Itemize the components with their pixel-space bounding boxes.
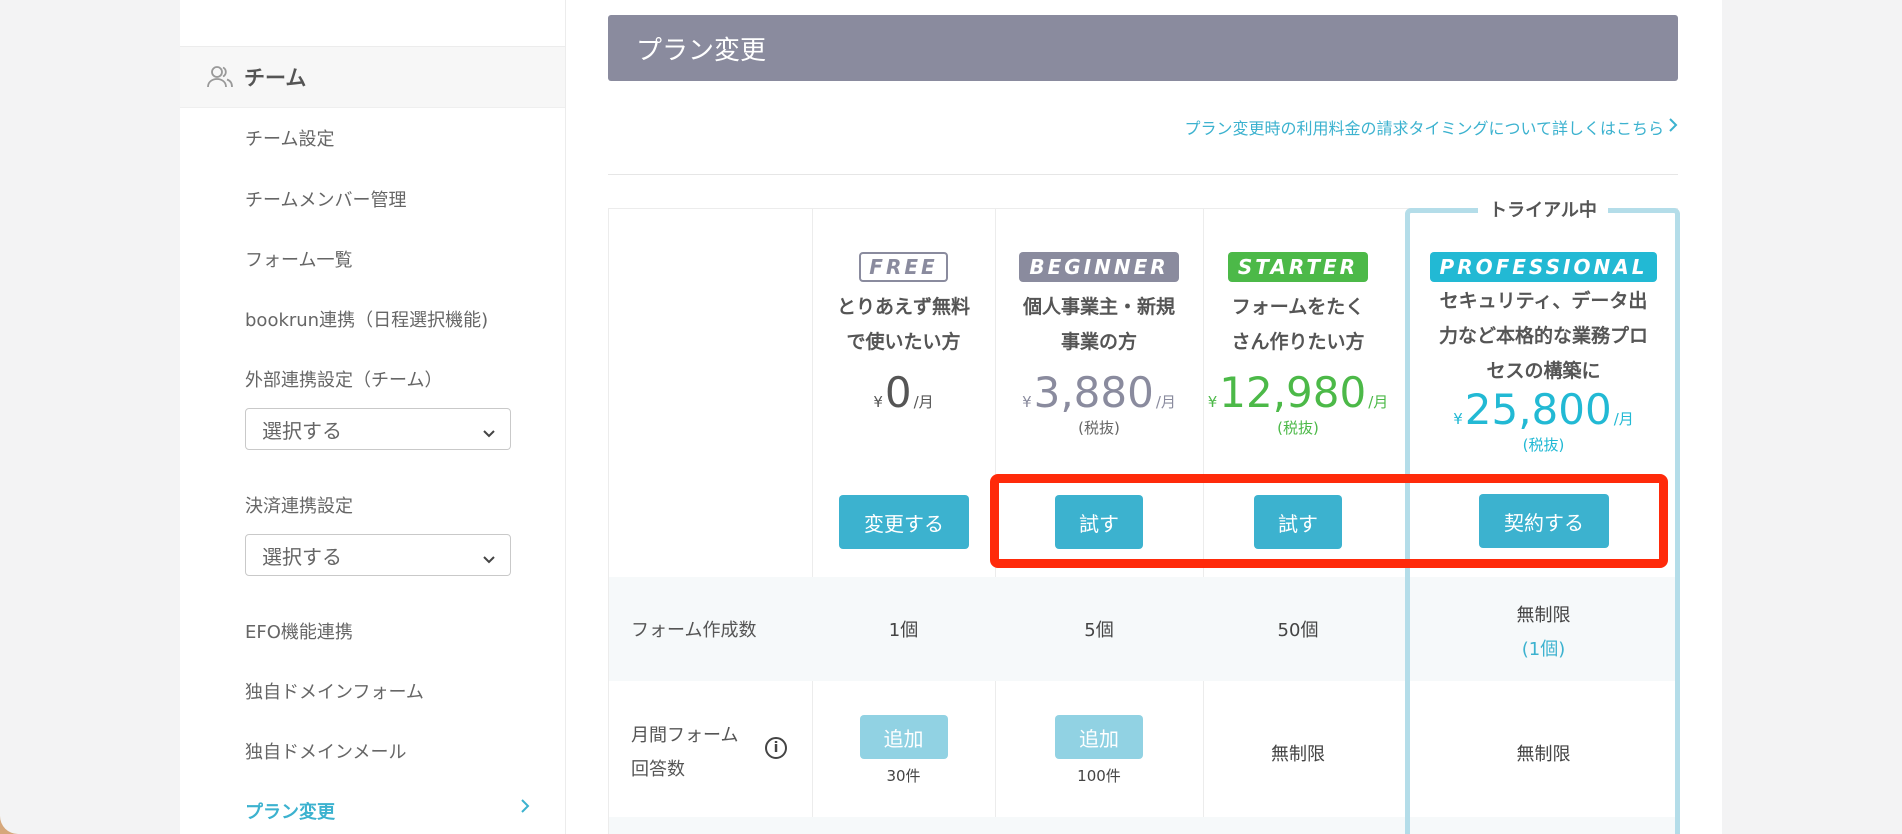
response-count: 100件 bbox=[1077, 767, 1121, 785]
plan-description-free: とりあえず無料 で使いたい方 bbox=[812, 290, 995, 360]
price-currency: ¥ bbox=[1022, 393, 1032, 411]
plan-price-free: ¥ 0 /月 bbox=[812, 368, 995, 417]
sidebar-top-area bbox=[180, 0, 565, 47]
plan-description-line: さん作りたい方 bbox=[1231, 331, 1365, 353]
plan-badge-starter: STARTER bbox=[1227, 252, 1369, 282]
price-currency: ¥ bbox=[1207, 393, 1218, 411]
plan-price-starter: ¥ 12,980 /月 bbox=[1203, 368, 1393, 417]
plan-description-line: とりあえず無料 bbox=[836, 296, 970, 318]
change-plan-button-free[interactable]: 変更する bbox=[839, 495, 969, 549]
chevron-down-icon bbox=[482, 421, 496, 445]
plan-tax-note: (税抜) bbox=[1277, 419, 1319, 437]
table-cell: 50個 bbox=[1277, 620, 1319, 641]
sidebar-item-form-list[interactable]: フォーム一覧 bbox=[245, 246, 352, 272]
payment-integration-select-value: 選択する bbox=[262, 544, 342, 569]
sidebar-item-team-settings[interactable]: チーム設定 bbox=[245, 125, 334, 151]
sidebar-section-team[interactable]: チーム bbox=[180, 47, 565, 108]
trial-status-label: トライアル中 bbox=[1478, 196, 1608, 222]
add-responses-button[interactable]: 追加 bbox=[859, 715, 948, 759]
price-unit: /月 bbox=[1155, 393, 1176, 411]
plan-description-line: で使いたい方 bbox=[846, 331, 961, 353]
plan-description-starter: フォームをたく さん作りたい方 bbox=[1203, 290, 1393, 360]
sidebar-item-plan-change-label: プラン変更 bbox=[245, 802, 335, 823]
page-background: チーム チーム設定 チームメンバー管理 フォーム一覧 bookrun連携（日程選… bbox=[0, 0, 1902, 834]
sidebar: チーム チーム設定 チームメンバー管理 フォーム一覧 bookrun連携（日程選… bbox=[180, 0, 566, 834]
sidebar-team-title: チーム bbox=[244, 66, 307, 90]
table-cell: 5個 bbox=[1084, 620, 1114, 641]
plan-column-beginner: BEGINNER 個人事業主・新規 事業の方 ¥ 3,880 /月 (税抜) bbox=[995, 209, 1203, 438]
price-unit: /月 bbox=[913, 393, 934, 411]
row-label-monthly-responses: 月間フォーム 回答数 bbox=[631, 721, 738, 781]
billing-timing-link-text: プラン変更時の利用料金の請求タイミングについて詳しくはこちら bbox=[1184, 119, 1664, 138]
table-cell: 無制限 bbox=[1271, 744, 1325, 765]
plan-badge-beginner: BEGINNER bbox=[1019, 252, 1179, 282]
row-label-form-count: フォーム作成数 bbox=[631, 620, 757, 641]
team-icon bbox=[206, 63, 234, 91]
response-count: 30件 bbox=[886, 767, 921, 785]
sidebar-item-payment-integration: 決済連携設定 bbox=[245, 496, 353, 517]
add-responses-button[interactable]: 追加 bbox=[1055, 715, 1143, 759]
price-amount: 3,880 bbox=[1033, 368, 1154, 417]
app-container: チーム チーム設定 チームメンバー管理 フォーム一覧 bookrun連携（日程選… bbox=[180, 0, 1722, 834]
price-currency: ¥ bbox=[873, 393, 883, 411]
row-label-line: 月間フォーム bbox=[631, 725, 739, 746]
external-integration-select-value: 選択する bbox=[262, 418, 342, 443]
price-unit: /月 bbox=[1368, 393, 1389, 411]
plan-description-line: 事業の方 bbox=[1060, 331, 1137, 353]
plan-badge-free: FREE bbox=[859, 252, 948, 282]
highlight-annotation-box bbox=[990, 474, 1668, 568]
plan-tax-note: (税抜) bbox=[1078, 419, 1120, 437]
plan-column-starter: STARTER フォームをたく さん作りたい方 ¥ 12,980 /月 (税抜) bbox=[1203, 209, 1393, 438]
plan-description-line: 個人事業主・新規 bbox=[1022, 296, 1175, 318]
chevron-right-icon bbox=[1668, 117, 1678, 137]
row-label-line: 回答数 bbox=[631, 759, 685, 780]
sidebar-item-external-integration: 外部連携設定（チーム） bbox=[245, 370, 443, 391]
table-cell: 1個 bbox=[888, 620, 919, 641]
sidebar-item-bookrun[interactable]: bookrun連携（日程選択機能) bbox=[245, 306, 488, 332]
sidebar-item-custom-domain-mail[interactable]: 独自ドメインメール bbox=[245, 738, 406, 764]
plan-description-beginner: 個人事業主・新規 事業の方 bbox=[995, 290, 1203, 360]
chevron-down-icon bbox=[482, 547, 496, 571]
price-amount: 0 bbox=[884, 368, 912, 417]
payment-integration-select[interactable]: 選択する bbox=[245, 534, 511, 576]
chevron-right-icon bbox=[519, 798, 531, 819]
price-amount: 12,980 bbox=[1219, 368, 1367, 417]
external-integration-select[interactable]: 選択する bbox=[245, 408, 511, 450]
plan-column-free: FREE とりあえず無料 で使いたい方 ¥ 0 /月 bbox=[812, 209, 995, 417]
table-cell-monthly-free: 追加 30件 bbox=[812, 715, 995, 786]
divider bbox=[608, 174, 1678, 175]
sidebar-item-efo[interactable]: EFO機能連携 bbox=[245, 618, 353, 644]
sidebar-item-plan-change[interactable]: プラン変更 bbox=[245, 798, 531, 824]
sidebar-item-custom-domain-form[interactable]: 独自ドメインフォーム bbox=[245, 678, 424, 704]
page-title: プラン変更 bbox=[608, 15, 1678, 81]
table-cell-monthly-beginner: 追加 100件 bbox=[995, 715, 1203, 786]
sidebar-item-team-members[interactable]: チームメンバー管理 bbox=[245, 186, 406, 212]
plan-price-beginner: ¥ 3,880 /月 bbox=[995, 368, 1203, 417]
info-icon[interactable]: i bbox=[765, 737, 787, 759]
plan-description-line: フォームをたく bbox=[1231, 296, 1365, 318]
billing-timing-link[interactable]: プラン変更時の利用料金の請求タイミングについて詳しくはこちら bbox=[1184, 115, 1678, 139]
